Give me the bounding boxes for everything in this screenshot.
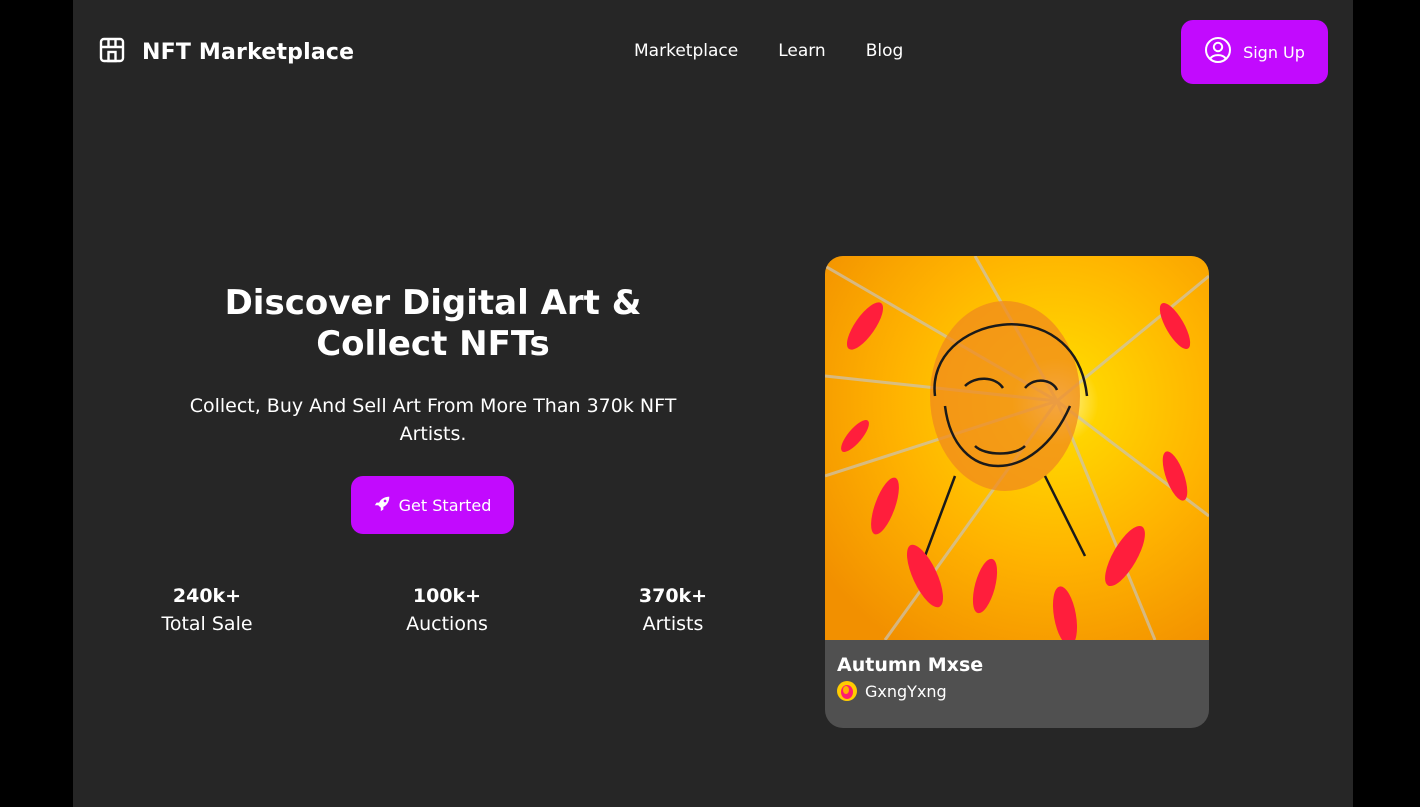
stat-value: 370k+ — [638, 585, 708, 607]
featured-nft-card[interactable]: Autumn Mxse GxngYxng — [825, 256, 1209, 728]
stat-artists: 370k+ Artists — [593, 584, 753, 640]
nav-blog[interactable]: Blog — [866, 41, 904, 61]
stat-total-sale: 240k+ Total Sale — [127, 584, 287, 640]
logo[interactable]: NFT Marketplace — [98, 36, 354, 68]
hero-title: Discover Digital Art & Collect NFTs — [224, 283, 642, 364]
nav-marketplace[interactable]: Marketplace — [634, 41, 738, 61]
stat-auctions: 100k+ Auctions — [367, 584, 527, 640]
get-started-label: Get Started — [398, 495, 492, 515]
user-circle-icon — [1204, 36, 1232, 68]
artist-avatar — [837, 681, 857, 701]
rocket-icon — [374, 495, 391, 516]
stat-value: 240k+ — [172, 585, 242, 607]
stat-label: Total Sale — [161, 613, 253, 635]
nft-title: Autumn Mxse — [837, 654, 984, 676]
nft-artwork-image — [825, 256, 1209, 640]
page: NFT Marketplace Marketplace Learn Blog S… — [73, 0, 1353, 807]
sign-up-label: Sign Up — [1243, 42, 1305, 62]
nft-artist[interactable]: GxngYxng — [837, 681, 947, 701]
hero-subtitle: Collect, Buy And Sell Art From More Than… — [189, 395, 677, 445]
stat-value: 100k+ — [412, 585, 482, 607]
nav-learn[interactable]: Learn — [778, 41, 826, 61]
artist-name: GxngYxng — [865, 681, 947, 701]
stat-label: Auctions — [406, 613, 488, 635]
main-nav: Marketplace Learn Blog — [634, 41, 903, 61]
stat-label: Artists — [642, 613, 704, 635]
sign-up-button[interactable]: Sign Up — [1181, 20, 1328, 84]
get-started-button[interactable]: Get Started — [351, 476, 514, 534]
brand-name: NFT Marketplace — [142, 39, 355, 65]
storefront-icon — [98, 36, 126, 68]
